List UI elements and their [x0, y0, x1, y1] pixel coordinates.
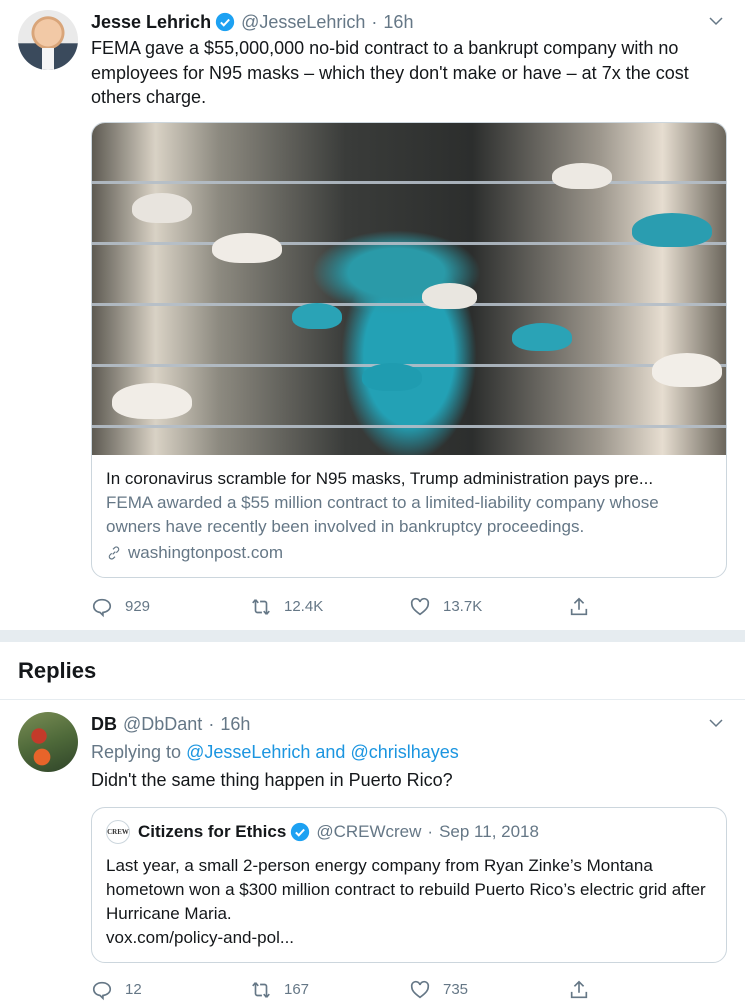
timestamp[interactable]: 16h	[220, 712, 250, 736]
like-count: 13.7K	[443, 598, 483, 615]
card-title[interactable]: In coronavirus scramble for N95 masks, T…	[106, 467, 712, 491]
verified-badge-icon	[215, 12, 235, 32]
share-icon	[570, 597, 588, 615]
verified-badge-icon	[291, 822, 310, 841]
like-count: 735	[443, 981, 469, 998]
reply-count: 12	[125, 981, 142, 998]
quoted-tweet[interactable]: CREW Citizens for Ethics @CREWcrew · Sep…	[91, 806, 727, 963]
separator: ·	[427, 821, 434, 841]
share-button[interactable]	[568, 979, 727, 1001]
quoted-author-handle[interactable]: @CREWcrew	[316, 820, 421, 844]
retweet-icon	[252, 981, 270, 998]
replies-heading: Replies	[0, 642, 745, 700]
quoted-author-name[interactable]: Citizens for Ethics	[138, 820, 286, 844]
retweet-count: 12.4K	[284, 598, 324, 615]
like-button[interactable]: 735	[409, 979, 568, 1001]
main-tweet[interactable]: Jesse Lehrich @JesseLehrich · 16h FEMA g…	[0, 0, 745, 630]
retweet-icon	[252, 598, 270, 615]
avatar[interactable]	[18, 10, 78, 70]
like-button[interactable]: 13.7K	[409, 596, 568, 618]
heart-icon	[410, 980, 430, 998]
author-name[interactable]: Jesse Lehrich	[91, 10, 211, 34]
quoted-date[interactable]: Sep 11, 2018	[439, 820, 539, 844]
heart-icon	[410, 597, 430, 615]
separator: ·	[208, 714, 215, 734]
retweet-button[interactable]: 167	[250, 979, 409, 1001]
tweet-actions: 12 167 735	[91, 965, 727, 1003]
chevron-down-icon[interactable]	[707, 12, 725, 30]
retweet-count: 167	[284, 981, 310, 998]
share-icon	[570, 980, 588, 998]
tweet-actions: 929 12.4K 13.7K	[91, 582, 727, 632]
timestamp[interactable]: 16h	[383, 10, 413, 34]
replying-to-mentions[interactable]: @JesseLehrich and @chrislhayes	[186, 742, 459, 762]
quoted-text: Last year, a small 2-person energy compa…	[106, 855, 706, 923]
tweet-text: FEMA gave a $55,000,000 no-bid contract …	[91, 38, 689, 107]
reply-button[interactable]: 929	[91, 596, 250, 618]
reply-tweet[interactable]: DB @DbDant · 16h Replying to @JesseLehri…	[0, 700, 745, 1003]
author-handle[interactable]: @DbDant	[123, 712, 202, 736]
link-card[interactable]: In coronavirus scramble for N95 masks, T…	[91, 121, 727, 578]
separator: ·	[371, 12, 378, 32]
crew-logo[interactable]: CREW	[106, 819, 130, 844]
tweet-text: Didn't the same thing happen in Puerto R…	[91, 770, 453, 790]
card-domain[interactable]: washingtonpost.com	[128, 541, 283, 565]
section-divider	[0, 630, 745, 642]
reply-count: 929	[125, 598, 151, 615]
author-name[interactable]: DB	[91, 712, 117, 736]
card-description: FEMA awarded a $55 million contract to a…	[106, 492, 659, 536]
reply-button[interactable]: 12	[91, 979, 250, 1001]
author-handle[interactable]: @JesseLehrich	[241, 10, 365, 34]
retweet-button[interactable]: 12.4K	[250, 596, 409, 618]
share-button[interactable]	[568, 596, 727, 618]
chevron-down-icon[interactable]	[707, 714, 725, 732]
replying-to-label: Replying to	[91, 742, 182, 762]
avatar[interactable]	[18, 712, 78, 772]
card-image[interactable]	[92, 122, 726, 455]
link-icon	[108, 545, 120, 560]
reply-icon	[92, 981, 112, 1000]
reply-icon	[92, 598, 112, 617]
quoted-link[interactable]: vox.com/policy-and-pol...	[106, 926, 712, 950]
